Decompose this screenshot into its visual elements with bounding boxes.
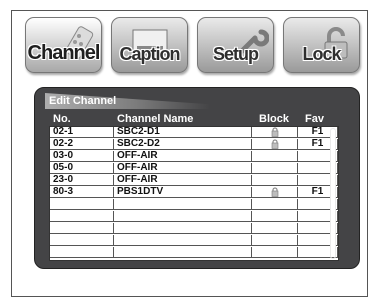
menu-tabs: Channel Caption Setup Lock	[25, 17, 360, 79]
header-block: Block	[259, 113, 289, 125]
lock-icon	[270, 187, 280, 197]
table-row[interactable]	[50, 247, 338, 258]
tab-label: Caption	[119, 44, 181, 64]
cell-block[interactable]	[252, 223, 298, 234]
cell-block[interactable]	[252, 187, 298, 198]
header-fav: Fav	[305, 113, 324, 125]
cell-channel-name: OFF-AIR	[114, 151, 252, 162]
cell-channel-name	[114, 235, 252, 246]
tab-label: Lock	[302, 44, 341, 64]
cell-channel-number: 23-0	[50, 175, 114, 186]
lock-icon	[270, 139, 280, 149]
scrollbar[interactable]	[328, 126, 338, 261]
cell-channel-number	[50, 199, 114, 210]
table-row[interactable]	[50, 211, 338, 222]
cell-channel-number: 80-3	[50, 187, 114, 198]
tab-channel[interactable]: Channel	[25, 17, 102, 73]
table-row[interactable]: 02-2 SBC2-D2 F1	[50, 139, 338, 150]
cell-channel-number	[50, 223, 114, 234]
channel-table: 02-1 SBC2-D1 F1 02-2 SBC2-D2 F1 03-0 OFF-AIR 05-…	[49, 126, 339, 261]
edit-channel-panel: Edit Channel No. Channel Name Block Fav …	[34, 87, 360, 269]
cell-channel-number: 05-0	[50, 163, 114, 174]
tab-lock[interactable]: Lock	[283, 17, 360, 73]
table-row[interactable]	[50, 199, 338, 210]
table-row[interactable]	[50, 223, 338, 234]
header-channel-name: Channel Name	[117, 113, 194, 125]
panel-title: Edit Channel	[49, 95, 117, 107]
cell-channel-number: 02-2	[50, 139, 114, 150]
cell-channel-name	[114, 199, 252, 210]
cell-channel-name: OFF-AIR	[114, 163, 252, 174]
table-row[interactable]: 02-1 SBC2-D1 F1	[50, 127, 338, 138]
cell-channel-name: SBC2-D2	[114, 139, 252, 150]
cell-channel-name: SBC2-D1	[114, 127, 252, 138]
tab-label: Setup	[212, 44, 259, 64]
cell-block[interactable]	[252, 235, 298, 246]
cell-block[interactable]	[252, 163, 298, 174]
scrollbar-thumb[interactable]	[331, 130, 335, 256]
cell-channel-name	[114, 211, 252, 222]
cell-channel-number	[50, 235, 114, 246]
cell-channel-number	[50, 211, 114, 222]
cell-block[interactable]	[252, 127, 298, 138]
tab-setup[interactable]: Setup	[197, 17, 274, 73]
lock-icon	[270, 127, 280, 137]
cell-channel-name	[114, 247, 252, 258]
cell-block[interactable]	[252, 199, 298, 210]
cell-channel-name	[114, 223, 252, 234]
table-header: No. Channel Name Block Fav	[49, 113, 341, 125]
cell-block[interactable]	[252, 175, 298, 186]
cell-block[interactable]	[252, 139, 298, 150]
table-row[interactable]: 80-3 PBS1DTV F1	[50, 187, 338, 198]
cell-channel-number: 03-0	[50, 151, 114, 162]
table-row[interactable]: 23-0 OFF-AIR	[50, 175, 338, 186]
tab-label: Channel	[27, 42, 101, 64]
table-row[interactable]: 05-0 OFF-AIR	[50, 163, 338, 174]
cell-channel-number	[50, 247, 114, 258]
cell-channel-number: 02-1	[50, 127, 114, 138]
table-row[interactable]: 03-0 OFF-AIR	[50, 151, 338, 162]
cell-block[interactable]	[252, 211, 298, 222]
cell-channel-name: PBS1DTV	[114, 187, 252, 198]
cell-channel-name: OFF-AIR	[114, 175, 252, 186]
header-no: No.	[53, 113, 71, 125]
cell-block[interactable]	[252, 247, 298, 258]
tab-caption[interactable]: Caption	[111, 17, 188, 73]
table-row[interactable]	[50, 235, 338, 246]
cell-block[interactable]	[252, 151, 298, 162]
